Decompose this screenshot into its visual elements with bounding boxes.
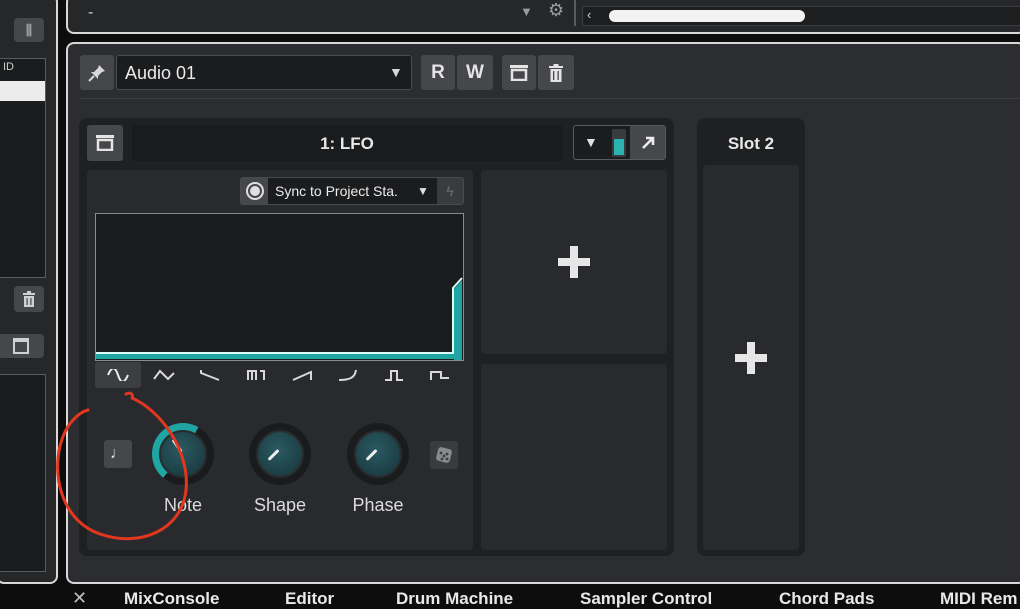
- knob-shape-ring: [249, 423, 311, 485]
- knob-shape-label: Shape: [253, 495, 307, 515]
- level-meter: [612, 129, 626, 157]
- delete-track-button[interactable]: [538, 55, 574, 90]
- knob-phase-ring: [347, 423, 409, 485]
- pin-button[interactable]: [80, 55, 114, 90]
- tab-sampler-control[interactable]: Sampler Control: [580, 589, 712, 609]
- slot1-title-bar: 1: LFO: [132, 125, 562, 161]
- slot1-menu[interactable]: ▼: [573, 125, 666, 160]
- wave-log-curve-icon[interactable]: [325, 362, 371, 388]
- plus-icon: [558, 246, 590, 278]
- delete-button[interactable]: [14, 286, 44, 312]
- modulation-slot-empty[interactable]: [481, 364, 667, 550]
- slot1-collapse-button[interactable]: [87, 125, 123, 161]
- tab-midi-remote[interactable]: MIDI Rem: [940, 589, 1017, 609]
- gear-icon[interactable]: ⚙: [548, 0, 564, 21]
- chevron-down-icon: ▼: [389, 64, 403, 80]
- slot1-title: 1: LFO: [320, 134, 374, 153]
- radio-icon: [249, 186, 260, 196]
- header-divider: [80, 98, 1020, 99]
- track-list-box: ID: [0, 58, 46, 278]
- trash-icon: [23, 291, 35, 307]
- tab-mixconsole[interactable]: MixConsole: [124, 589, 219, 609]
- sync-selector[interactable]: Sync to Project Sta. ▼ ϟ: [240, 177, 464, 205]
- wave-ramp-up-icon[interactable]: [279, 362, 325, 388]
- tab-chord-pads[interactable]: Chord Pads: [779, 589, 874, 609]
- detach-button[interactable]: [630, 126, 665, 159]
- chevron-down-icon: ▼: [417, 184, 429, 198]
- read-automation-button[interactable]: R: [421, 55, 455, 90]
- waveform-display[interactable]: [95, 213, 464, 361]
- annotation-circle: [56, 391, 188, 541]
- close-icon[interactable]: ✕: [72, 588, 87, 609]
- panel-icon: [13, 338, 29, 354]
- wave-step-icon[interactable]: [417, 362, 463, 388]
- top-field[interactable]: -: [88, 4, 93, 22]
- sync-mode-label: Sync to Project Sta.: [275, 183, 398, 199]
- panel-collapse-icon: [510, 64, 528, 81]
- dice-icon: [436, 447, 452, 463]
- selected-row[interactable]: [0, 81, 45, 101]
- track-controls-button[interactable]: ⫼: [14, 18, 44, 42]
- knob-shape[interactable]: [247, 423, 313, 485]
- trash-icon: [549, 63, 563, 82]
- chevron-down-icon[interactable]: ▼: [584, 134, 598, 150]
- randomize-button[interactable]: [430, 441, 458, 469]
- divider: [574, 0, 576, 26]
- scroll-left-icon[interactable]: ‹: [587, 7, 591, 22]
- column-header-id: ID: [3, 61, 14, 73]
- horizontal-scrollbar[interactable]: ‹: [582, 6, 1020, 26]
- lightning-icon[interactable]: ϟ: [437, 178, 463, 204]
- tab-drum-machine[interactable]: Drum Machine: [396, 589, 513, 609]
- knob-shape-dial: [256, 430, 304, 478]
- collapse-button[interactable]: [502, 55, 536, 90]
- sync-toggle-button[interactable]: [241, 178, 268, 204]
- write-automation-button[interactable]: W: [457, 55, 493, 90]
- track-selector[interactable]: Audio 01 ▼: [116, 55, 412, 90]
- arrow-up-right-icon: [641, 136, 654, 149]
- expand-panel-button[interactable]: [0, 334, 44, 358]
- level-meter-fill: [614, 139, 624, 155]
- slot2-title: Slot 2: [727, 134, 775, 153]
- tab-editor[interactable]: Editor: [285, 589, 334, 609]
- plus-icon: [735, 341, 767, 374]
- wave-pulse-icon[interactable]: [371, 362, 417, 388]
- wave-square-icon[interactable]: [233, 362, 279, 388]
- knob-phase-dial: [354, 430, 402, 478]
- waveform-graph: [96, 277, 463, 360]
- add-slot2-button[interactable]: [703, 165, 799, 550]
- pin-icon: [88, 64, 105, 82]
- panel-collapse-icon: [96, 135, 114, 151]
- knob-phase[interactable]: [345, 423, 411, 485]
- scroll-thumb[interactable]: [609, 10, 805, 22]
- knob-phase-label: Phase: [352, 495, 404, 515]
- track-name: Audio 01: [125, 63, 197, 83]
- add-modulation-slot-top[interactable]: [481, 170, 667, 354]
- equalizer-icon: ⫼: [25, 21, 33, 38]
- dropdown-arrow-icon[interactable]: ▼: [520, 4, 533, 19]
